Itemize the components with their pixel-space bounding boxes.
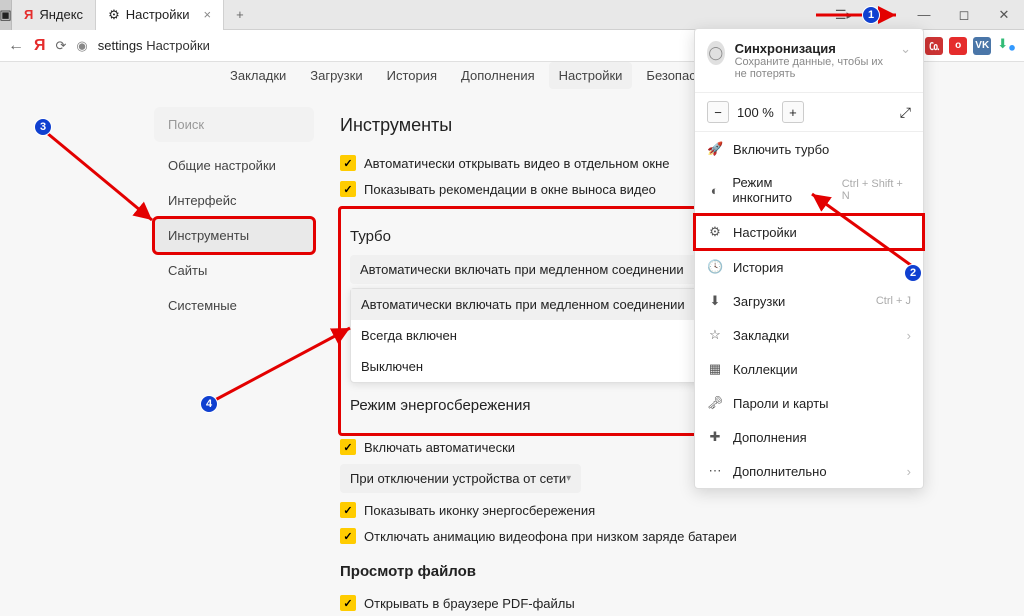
nav-settings[interactable]: Настройки — [549, 62, 633, 89]
menu-item-7[interactable]: 🗝 Пароли и карты — [695, 386, 923, 420]
checkbox[interactable]: ✓ — [340, 155, 356, 171]
nav-addons[interactable]: Дополнения — [451, 62, 545, 89]
side-panel-toggle[interactable]: ▣ — [0, 0, 12, 30]
checkbox-label: Автоматически открывать видео в отдельно… — [364, 156, 670, 171]
globe-icon: ◉ — [76, 38, 87, 54]
main-menu: ◯ Синхронизация Сохраните данные, чтобы … — [694, 28, 924, 489]
menu-icon: ☆ — [707, 327, 723, 343]
close-icon[interactable]: × — [203, 7, 211, 22]
sidebar-system[interactable]: Системные — [154, 288, 314, 323]
tab-yandex[interactable]: Я Яндекс — [12, 0, 96, 30]
yandex-home-button[interactable]: Я — [34, 37, 46, 55]
ext-icon-vk[interactable]: VK — [973, 37, 991, 55]
checkbox[interactable]: ✓ — [340, 181, 356, 197]
sync-title[interactable]: Синхронизация — [735, 41, 891, 56]
checkbox[interactable]: ✓ — [340, 439, 356, 455]
gear-icon: ⚙ — [108, 7, 120, 23]
sidebar-tools[interactable]: Инструменты — [154, 218, 314, 253]
downloads-icon[interactable]: ⬇● — [997, 36, 1016, 55]
menu-item-4[interactable]: ⬇ Загрузки Ctrl + J — [695, 284, 923, 318]
zoom-in-button[interactable]: + — [782, 101, 804, 123]
nav-history[interactable]: История — [377, 62, 447, 89]
chevron-down-icon[interactable]: ⌄ — [900, 41, 911, 57]
checkbox-label: Отключать анимацию видеофона при низком … — [364, 529, 737, 544]
checkbox-label: Включать автоматически — [364, 440, 515, 455]
menu-item-1[interactable]: ◐ Режим инкогнито Ctrl + Shift + N — [695, 166, 923, 214]
menu-icon: ◐ — [707, 183, 722, 198]
menu-icon: 🕓 — [707, 259, 723, 275]
menu-icon: 🚀 — [707, 141, 723, 157]
tab-label: Настройки — [126, 7, 190, 22]
annotation-badge-1: 1 — [862, 6, 880, 24]
zoom-value: 100 % — [737, 105, 774, 120]
menu-item-8[interactable]: ✚ Дополнения — [695, 420, 923, 454]
checkbox[interactable]: ✓ — [340, 528, 356, 544]
reload-button[interactable]: ⟳ — [56, 38, 67, 54]
annotation-badge-4: 4 — [200, 395, 218, 413]
checkbox-label: Открывать в браузере PDF-файлы — [364, 596, 575, 611]
chevron-right-icon: › — [907, 328, 911, 343]
tab-label: Яндекс — [39, 7, 83, 22]
energy-select[interactable]: При отключении устройства от сети ▾ — [340, 464, 581, 493]
menu-icon: ⬇ — [707, 293, 723, 309]
close-button[interactable]: ✕ — [984, 0, 1024, 30]
checkbox-label: Показывать рекомендации в окне выноса ви… — [364, 182, 656, 197]
menu-item-3[interactable]: 🕓История› — [695, 250, 923, 284]
sidebar-sites[interactable]: Сайты — [154, 253, 314, 288]
nav-bookmarks[interactable]: Закладки — [220, 62, 296, 89]
checkbox-label: Показывать иконку энергосбережения — [364, 503, 595, 518]
files-heading: Просмотр файлов — [340, 563, 834, 580]
menu-item-5[interactable]: ☆ Закладки › — [695, 318, 923, 352]
menu-label: Загрузки — [733, 294, 785, 309]
shortcut: Ctrl + J — [876, 295, 911, 307]
tab-settings[interactable]: ⚙ Настройки × — [96, 0, 224, 30]
avatar-icon: ◯ — [707, 41, 725, 65]
yandex-logo-icon: Я — [24, 7, 33, 22]
menu-label: Настройки — [733, 225, 797, 240]
ext-icon-2[interactable]: o — [949, 37, 967, 55]
menu-icon: 🗝 — [707, 395, 723, 411]
fullscreen-icon[interactable]: ⤢ — [900, 104, 911, 121]
menu-icon: ⚙ — [707, 224, 723, 240]
menu-label: Коллекции — [733, 362, 798, 377]
select-value: При отключении устройства от сети — [350, 471, 566, 486]
sidebar-general[interactable]: Общие настройки — [154, 148, 314, 183]
menu-label: Дополнения — [733, 430, 807, 445]
menu-label: Закладки — [733, 328, 789, 343]
checkbox[interactable]: ✓ — [340, 595, 356, 611]
menu-item-2[interactable]: ⚙ Настройки — [695, 215, 923, 249]
annotation-badge-2: 2 — [904, 264, 922, 282]
checkbox[interactable]: ✓ — [340, 502, 356, 518]
menu-label: Дополнительно — [733, 464, 827, 479]
ext-icon-1[interactable]: ㏇ — [925, 37, 943, 55]
menu-item-0[interactable]: 🚀 Включить турбо — [695, 132, 923, 166]
menu-label: Включить турбо — [733, 142, 829, 157]
zoom-out-button[interactable]: − — [707, 101, 729, 123]
annotation-badge-3: 3 — [34, 118, 52, 136]
menu-item-9[interactable]: ⋯ Дополнительно › — [695, 454, 923, 488]
nav-downloads[interactable]: Загрузки — [300, 62, 372, 89]
new-tab-button[interactable]: + — [224, 7, 256, 22]
menu-label: История — [733, 260, 783, 275]
bookmark-bar-icon[interactable]: ☰▸ — [824, 0, 864, 30]
menu-item-6[interactable]: ▦ Коллекции — [695, 352, 923, 386]
minimize-button[interactable]: — — [904, 0, 944, 30]
chevron-down-icon: ▾ — [566, 473, 571, 484]
menu-label: Пароли и карты — [733, 396, 829, 411]
shortcut: Ctrl + Shift + N — [842, 178, 911, 202]
select-value: Автоматически включать при медленном сое… — [360, 262, 684, 277]
menu-label: Режим инкогнито — [732, 175, 831, 205]
maximize-button[interactable]: ◻ — [944, 0, 984, 30]
back-button[interactable]: ← — [8, 37, 24, 55]
sidebar-search[interactable]: Поиск — [154, 107, 314, 142]
chevron-right-icon: › — [907, 464, 911, 479]
menu-icon: ⋯ — [707, 463, 723, 479]
sync-subtitle: Сохраните данные, чтобы их не потерять — [735, 56, 891, 80]
sidebar-interface[interactable]: Интерфейс — [154, 183, 314, 218]
menu-icon: ✚ — [707, 429, 723, 445]
menu-icon: ▦ — [707, 361, 723, 377]
